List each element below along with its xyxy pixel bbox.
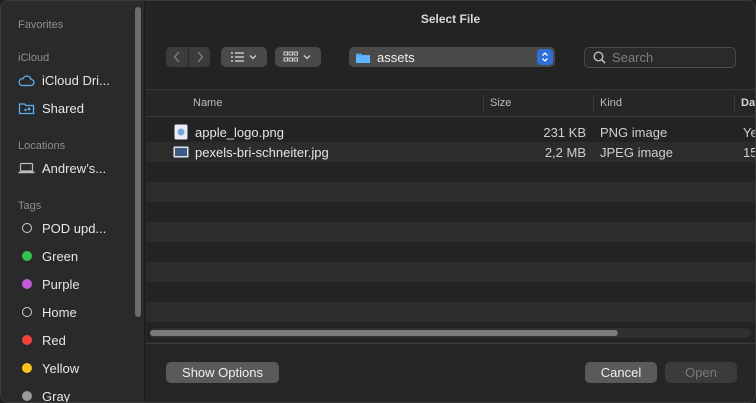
empty-row xyxy=(146,162,755,182)
column-divider[interactable] xyxy=(593,95,594,112)
file-kind: PNG image xyxy=(600,124,668,140)
sidebar-tag-purple[interactable]: Purple xyxy=(18,273,80,295)
search-placeholder: Search xyxy=(612,50,654,65)
table-row[interactable]: apple_logo.png 231 KB PNG image Ye xyxy=(146,122,755,142)
sidebar-section-favorites: Favorites xyxy=(18,19,64,31)
sidebar-item-label: Yellow xyxy=(42,360,80,376)
file-kind: JPEG image xyxy=(600,144,673,160)
shared-folder-icon xyxy=(18,100,35,117)
dialog-footer: Show Options Cancel Open xyxy=(146,343,755,402)
show-options-button[interactable]: Show Options xyxy=(166,362,279,383)
sidebar-item-label: POD upd... xyxy=(42,220,107,236)
updown-chevron-icon xyxy=(537,49,553,65)
tag-dot-icon xyxy=(22,251,32,261)
tag-dot-icon xyxy=(22,391,32,401)
sidebar: Favorites iCloud iCloud Dri... Shared Lo… xyxy=(1,1,145,403)
folder-icon xyxy=(356,53,370,63)
empty-row xyxy=(146,262,755,282)
open-button[interactable]: Open xyxy=(665,362,737,383)
empty-row xyxy=(146,282,755,302)
file-date: 15 xyxy=(743,144,755,160)
history-nav xyxy=(166,47,210,67)
column-header-date[interactable]: Da xyxy=(741,90,755,116)
list-view-button[interactable] xyxy=(221,47,267,67)
tag-dot-icon xyxy=(22,279,32,289)
search-field[interactable]: Search xyxy=(584,47,736,68)
dialog-title: Select File xyxy=(420,12,481,26)
empty-row xyxy=(146,302,755,322)
list-view-icon xyxy=(231,52,257,62)
sidebar-item-label: Home xyxy=(42,304,77,320)
cancel-button[interactable]: Cancel xyxy=(585,362,657,383)
tag-dot-icon xyxy=(22,335,32,345)
table-row[interactable]: pexels-bri-schneiter.jpg 2,2 MB JPEG ima… xyxy=(146,142,755,162)
empty-row xyxy=(146,182,755,202)
browser-pane: Select File assets Search Name Size Kind… xyxy=(146,1,755,402)
sidebar-section-locations: Locations xyxy=(18,140,66,152)
tag-dot-icon xyxy=(22,363,32,373)
sidebar-item-label: Andrew’s... xyxy=(42,160,107,176)
column-header-kind[interactable]: Kind xyxy=(600,90,622,116)
column-header: Name Size Kind Da xyxy=(146,89,755,117)
sidebar-item-label: Purple xyxy=(42,276,80,292)
column-header-size[interactable]: Size xyxy=(490,90,511,116)
sidebar-item-computer[interactable]: Andrew’s... xyxy=(18,157,106,179)
tag-circle-icon xyxy=(22,307,32,317)
sidebar-tag-green[interactable]: Green xyxy=(18,245,78,267)
empty-row xyxy=(146,202,755,222)
chevron-left-icon xyxy=(173,51,180,63)
column-divider[interactable] xyxy=(734,95,735,112)
file-size: 2,2 MB xyxy=(544,144,586,160)
sidebar-item-icloud-drive[interactable]: iCloud Dri... xyxy=(18,69,110,91)
sidebar-tag-home[interactable]: Home xyxy=(18,301,77,323)
sidebar-tag-red[interactable]: Red xyxy=(18,329,66,351)
sidebar-item-shared[interactable]: Shared xyxy=(18,97,84,119)
jpeg-file-icon xyxy=(173,146,189,158)
location-label: assets xyxy=(377,49,415,65)
sidebar-section-tags: Tags xyxy=(18,200,42,212)
location-popup[interactable]: assets xyxy=(349,47,555,67)
file-name: pexels-bri-schneiter.jpg xyxy=(195,144,329,160)
file-size: 231 KB xyxy=(543,124,586,140)
column-header-name[interactable]: Name xyxy=(193,90,222,116)
sidebar-item-label: Green xyxy=(42,248,79,264)
sidebar-item-label: Shared xyxy=(42,100,84,116)
back-button[interactable] xyxy=(166,47,188,67)
tag-circle-icon xyxy=(22,223,32,233)
file-name: apple_logo.png xyxy=(195,124,284,140)
horizontal-scrollbar[interactable] xyxy=(150,328,751,338)
sidebar-item-label: Red xyxy=(42,332,66,348)
file-dialog: Favorites iCloud iCloud Dri... Shared Lo… xyxy=(0,0,756,403)
scrollbar-thumb[interactable] xyxy=(150,330,618,336)
sidebar-item-label: iCloud Dri... xyxy=(42,72,110,88)
file-date: Ye xyxy=(743,124,755,140)
group-view-button[interactable] xyxy=(275,47,321,67)
grid-view-icon xyxy=(283,51,311,62)
sidebar-item-label: Gray xyxy=(42,388,71,403)
empty-row xyxy=(146,242,755,262)
sidebar-tag-gray[interactable]: Gray xyxy=(18,385,71,403)
chevron-right-icon xyxy=(196,51,204,63)
forward-button[interactable] xyxy=(188,47,210,67)
search-icon xyxy=(593,51,606,64)
empty-row xyxy=(146,222,755,242)
sidebar-tag-pod-updates[interactable]: POD upd... xyxy=(18,217,106,239)
sidebar-scrollbar[interactable] xyxy=(135,7,141,317)
file-list: apple_logo.png 231 KB PNG image Ye pexel… xyxy=(146,122,755,348)
png-file-icon xyxy=(174,124,188,140)
column-divider[interactable] xyxy=(483,95,484,112)
sidebar-section-icloud: iCloud xyxy=(18,52,50,64)
laptop-icon xyxy=(18,160,35,177)
cloud-icon xyxy=(18,72,35,89)
sidebar-tag-yellow[interactable]: Yellow xyxy=(18,357,79,379)
